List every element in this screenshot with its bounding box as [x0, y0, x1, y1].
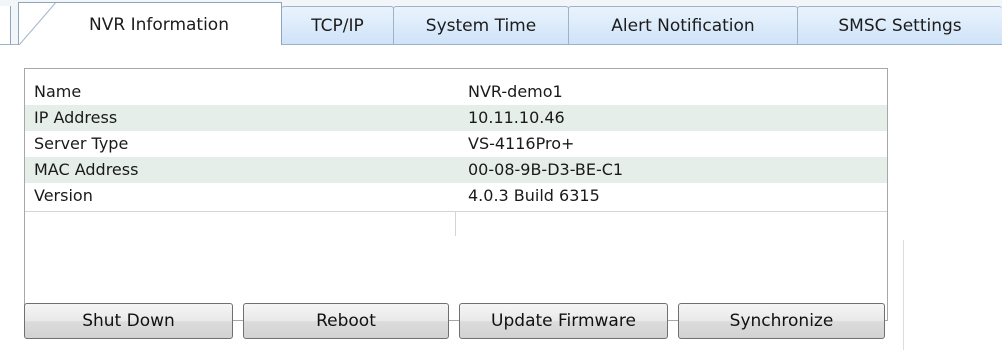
table-row-mac-address: MAC Address 00-08-9B-D3-BE-C1: [25, 157, 887, 183]
table-row-ip-address: IP Address 10.11.10.46: [25, 105, 887, 131]
update-firmware-button[interactable]: Update Firmware: [459, 303, 668, 339]
tab-label: System Time: [425, 16, 537, 36]
tab-scroll-stub: [0, 6, 11, 45]
tab-label: TCP/IP: [311, 16, 364, 36]
tab-smsc-settings[interactable]: SMSC Settings: [797, 6, 1002, 44]
row-label: IP Address: [34, 108, 118, 127]
nvr-info-table: Name NVR-demo1 IP Address 10.11.10.46 Se…: [24, 68, 888, 321]
tab-label: NVR Information: [89, 15, 229, 35]
row-value: NVR-demo1: [468, 82, 563, 101]
row-label: MAC Address: [34, 160, 139, 179]
row-label: Version: [34, 186, 93, 205]
table-row-server-type: Server Type VS-4116Pro+: [25, 131, 887, 157]
tab-alert-notification[interactable]: Alert Notification: [568, 6, 798, 44]
panel-divider: [903, 240, 904, 350]
tab-content: Name NVR-demo1 IP Address 10.11.10.46 Se…: [0, 45, 1002, 350]
reboot-button[interactable]: Reboot: [243, 303, 449, 339]
tab-system-time[interactable]: System Time: [393, 6, 569, 44]
tab-label: Alert Notification: [611, 16, 755, 36]
row-value: VS-4116Pro+: [468, 134, 575, 153]
table-row-empty: [25, 211, 887, 236]
synchronize-button[interactable]: Synchronize: [678, 303, 885, 339]
table-row-name: Name NVR-demo1: [25, 79, 887, 105]
tab-strip: NVR Information TCP/IP System Time Alert…: [0, 0, 1002, 45]
row-label: Name: [34, 82, 82, 101]
row-value: 00-08-9B-D3-BE-C1: [468, 160, 624, 179]
tab-tcp-ip[interactable]: TCP/IP: [281, 6, 394, 44]
row-value: 10.11.10.46: [468, 108, 565, 127]
empty-cell-divider: [455, 212, 456, 236]
tab-label: SMSC Settings: [838, 16, 962, 36]
shut-down-button[interactable]: Shut Down: [24, 303, 233, 339]
tab-nvr-information[interactable]: NVR Information: [18, 2, 282, 45]
row-value: 4.0.3 Build 6315: [468, 186, 600, 205]
table-row-version: Version 4.0.3 Build 6315: [25, 183, 887, 209]
row-label: Server Type: [34, 134, 129, 153]
